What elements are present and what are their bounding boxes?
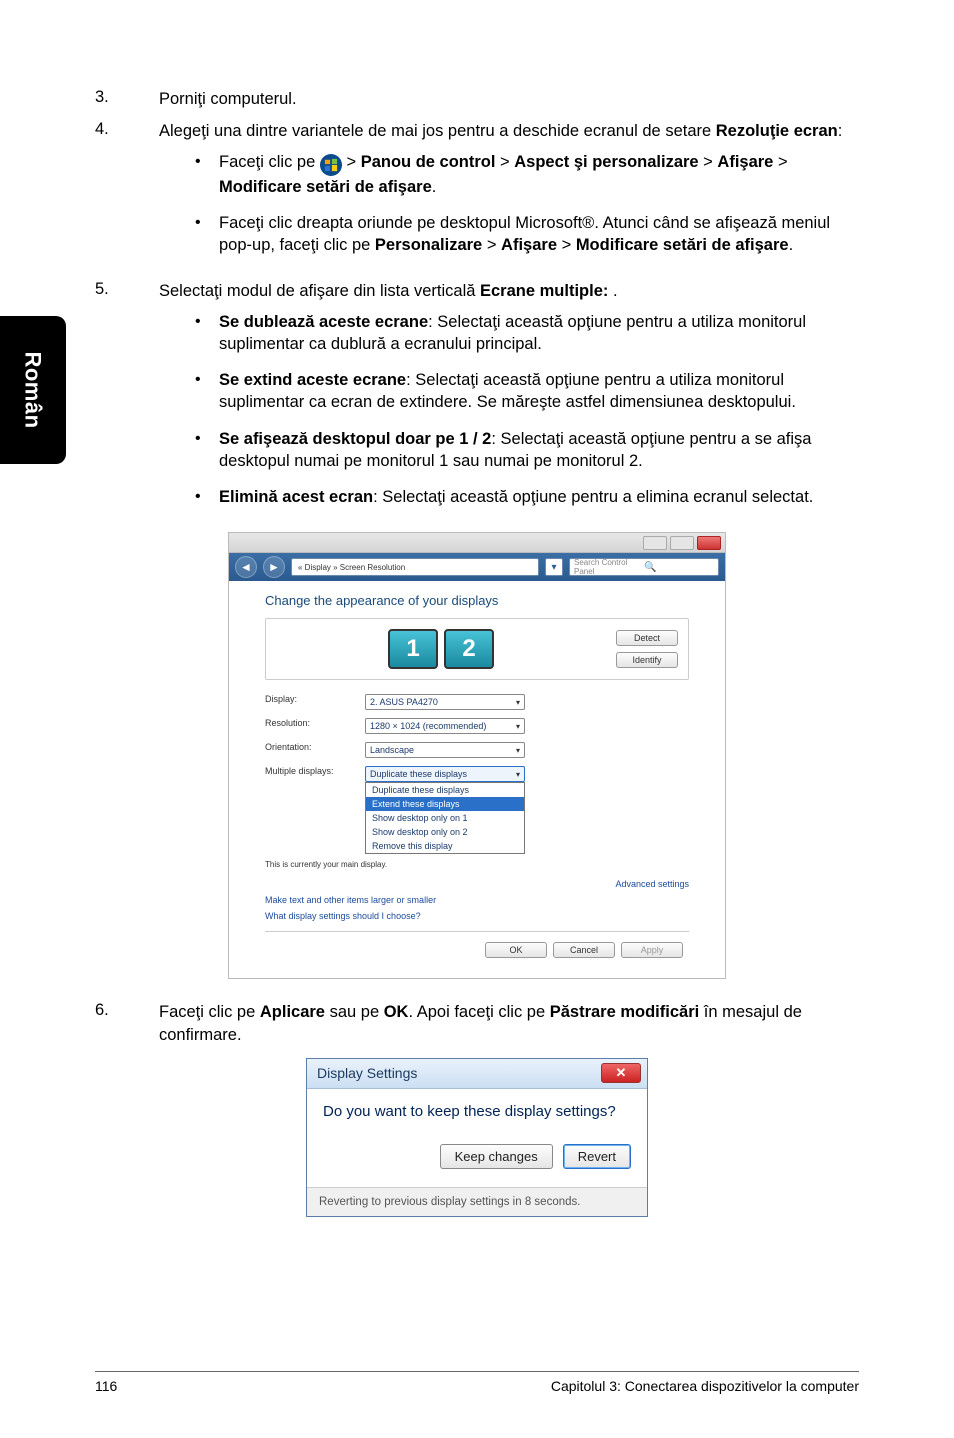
chapter-title: Capitolul 3: Conectarea dispozitivelor l… <box>551 1378 859 1394</box>
breadcrumb[interactable]: « Display » Screen Resolution <box>291 558 539 576</box>
step-3-body: Porniţi computerul. <box>159 88 859 110</box>
dropdown-option[interactable]: Remove this display <box>366 839 524 853</box>
chevron-down-icon: ▾ <box>516 770 520 779</box>
display-combo[interactable]: 2. ASUS PA4270▾ <box>365 694 525 710</box>
help-link[interactable]: What display settings should I choose? <box>265 911 689 921</box>
side-language-tab: Român <box>0 316 66 464</box>
chevron-down-icon: ▾ <box>516 698 520 707</box>
identify-button[interactable]: Identify <box>616 652 678 668</box>
step-4: 4. Alegeţi una dintre variantele de mai … <box>95 120 859 270</box>
minimize-button[interactable] <box>643 536 667 550</box>
close-button[interactable]: ✕ <box>601 1063 641 1083</box>
step-3: 3. Porniţi computerul. <box>95 88 859 110</box>
multiple-displays-label: Multiple displays: <box>265 766 355 782</box>
refresh-icon[interactable]: ▾ <box>545 558 563 576</box>
monitor-1[interactable]: 1 <box>388 629 438 669</box>
screen-resolution-window: ◄ ► « Display » Screen Resolution ▾ Sear… <box>228 532 726 979</box>
dialog-footer: Reverting to previous display settings i… <box>307 1187 647 1216</box>
step-4-bullet-2: Faceţi clic dreapta oriunde pe desktopul… <box>191 212 859 257</box>
multiple-displays-dropdown: Duplicate these displays Extend these di… <box>365 782 525 854</box>
side-language-label: Român <box>20 351 46 428</box>
currently-text: This is currently your main display. <box>265 860 689 869</box>
forward-icon[interactable]: ► <box>263 556 285 578</box>
window-heading: Change the appearance of your displays <box>265 593 689 608</box>
back-icon[interactable]: ◄ <box>235 556 257 578</box>
resolution-combo[interactable]: 1280 × 1024 (recommended)▾ <box>365 718 525 734</box>
page-footer: 116 Capitolul 3: Conectarea dispozitivel… <box>95 1371 859 1394</box>
dropdown-option[interactable]: Duplicate these displays <box>366 783 524 797</box>
text-size-link[interactable]: Make text and other items larger or smal… <box>265 895 689 905</box>
keep-changes-button[interactable]: Keep changes <box>440 1144 553 1169</box>
maximize-button[interactable] <box>670 536 694 550</box>
chevron-down-icon: ▾ <box>516 746 520 755</box>
search-input[interactable]: Search Control Panel🔍 <box>569 558 719 576</box>
apply-button[interactable]: Apply <box>621 942 683 958</box>
step-5-bullet-1: Se dublează aceste ecrane: Selectaţi ace… <box>191 311 859 356</box>
advanced-settings-link[interactable]: Advanced settings <box>265 879 689 889</box>
detect-button[interactable]: Detect <box>616 630 678 646</box>
display-label: Display: <box>265 694 355 710</box>
monitor-2[interactable]: 2 <box>444 629 494 669</box>
page-number: 116 <box>95 1378 117 1394</box>
display-settings-dialog: Display Settings ✕ Do you want to keep t… <box>306 1058 648 1217</box>
dialog-question: Do you want to keep these display settin… <box>323 1103 631 1120</box>
step-5: 5. Selectaţi modul de afişare din lista … <box>95 280 859 522</box>
search-icon: 🔍 <box>644 562 714 573</box>
resolution-label: Resolution: <box>265 718 355 734</box>
dropdown-option[interactable]: Extend these displays <box>366 797 524 811</box>
step-3-number: 3. <box>95 88 159 110</box>
dialog-titlebar: Display Settings ✕ <box>307 1059 647 1089</box>
step-5-number: 5. <box>95 280 159 522</box>
close-button[interactable] <box>697 536 721 550</box>
step-4-intro: Alegeţi una dintre variantele de mai jos… <box>159 120 859 142</box>
chevron-down-icon: ▾ <box>516 722 520 731</box>
step-6: 6. Faceţi clic pe Aplicare sau pe OK. Ap… <box>95 1001 859 1046</box>
dialog-title: Display Settings <box>317 1065 417 1081</box>
orientation-label: Orientation: <box>265 742 355 758</box>
explorer-navbar: ◄ ► « Display » Screen Resolution ▾ Sear… <box>229 553 725 581</box>
orientation-combo[interactable]: Landscape▾ <box>365 742 525 758</box>
step-4-bullet-1: Faceţi clic pe > Panou de control > Aspe… <box>191 151 859 198</box>
step-6-number: 6. <box>95 1001 159 1046</box>
step-5-bullet-3: Se afişează desktopul doar pe 1 / 2: Sel… <box>191 428 859 473</box>
cancel-button[interactable]: Cancel <box>553 942 615 958</box>
windows-start-icon <box>320 154 342 176</box>
step-6-body: Faceţi clic pe Aplicare sau pe OK. Apoi … <box>159 1001 859 1046</box>
step-4-number: 4. <box>95 120 159 270</box>
dropdown-option[interactable]: Show desktop only on 1 <box>366 811 524 825</box>
step-5-bullet-4: Elimină acest ecran: Selectaţi această o… <box>191 486 859 508</box>
multiple-displays-combo[interactable]: Duplicate these displays▾ <box>365 766 525 782</box>
step-5-bullet-2: Se extind aceste ecrane: Selectaţi aceas… <box>191 369 859 414</box>
window-titlebar <box>229 533 725 553</box>
revert-button[interactable]: Revert <box>563 1144 631 1169</box>
ok-button[interactable]: OK <box>485 942 547 958</box>
dropdown-option[interactable]: Show desktop only on 2 <box>366 825 524 839</box>
step-5-intro: Selectaţi modul de afişare din lista ver… <box>159 280 859 302</box>
